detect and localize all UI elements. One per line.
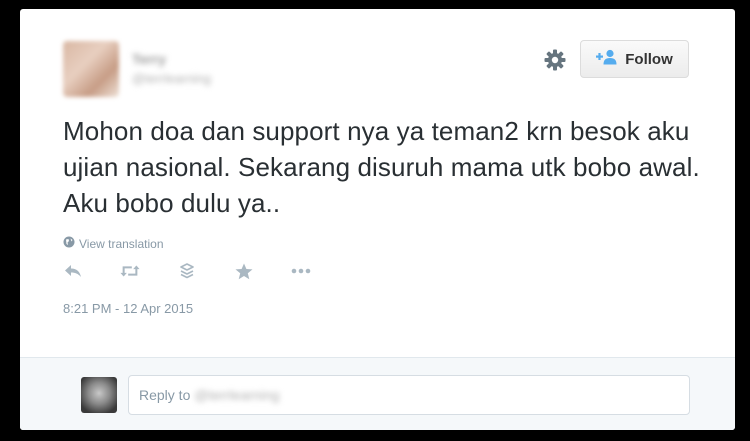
add-user-icon — [596, 49, 618, 70]
tweet-actions — [63, 261, 348, 281]
buffer-icon[interactable] — [177, 261, 197, 281]
reply-icon[interactable] — [63, 261, 83, 281]
favorite-star-icon[interactable] — [234, 261, 254, 281]
current-user-avatar — [81, 377, 117, 413]
more-icon[interactable] — [291, 261, 311, 281]
reply-handle: @terrlearning — [194, 387, 280, 403]
tweet-text: Mohon doa dan support nya ya teman2 krn … — [63, 116, 700, 218]
gear-icon[interactable] — [543, 48, 567, 72]
author-handle[interactable]: @terrlearning — [132, 71, 211, 86]
follow-label: Follow — [625, 50, 673, 68]
reply-bar: Reply to @terrlearning — [20, 357, 735, 430]
follow-button[interactable]: Follow — [580, 40, 689, 78]
author-name[interactable]: Terry — [132, 51, 166, 67]
view-translation-label: View translation — [79, 237, 164, 251]
author-avatar[interactable] — [63, 41, 119, 97]
tweet-timestamp[interactable]: 8:21 PM - 12 Apr 2015 — [63, 301, 193, 316]
tweet-card: Terry @terrlearning Follow Mohon doa dan… — [20, 9, 735, 430]
reply-input[interactable]: Reply to @terrlearning — [128, 375, 690, 415]
globe-icon — [63, 235, 75, 253]
reply-prefix: Reply to — [139, 387, 191, 403]
view-translation-link[interactable]: View translation — [63, 235, 164, 253]
retweet-icon[interactable] — [120, 261, 140, 281]
